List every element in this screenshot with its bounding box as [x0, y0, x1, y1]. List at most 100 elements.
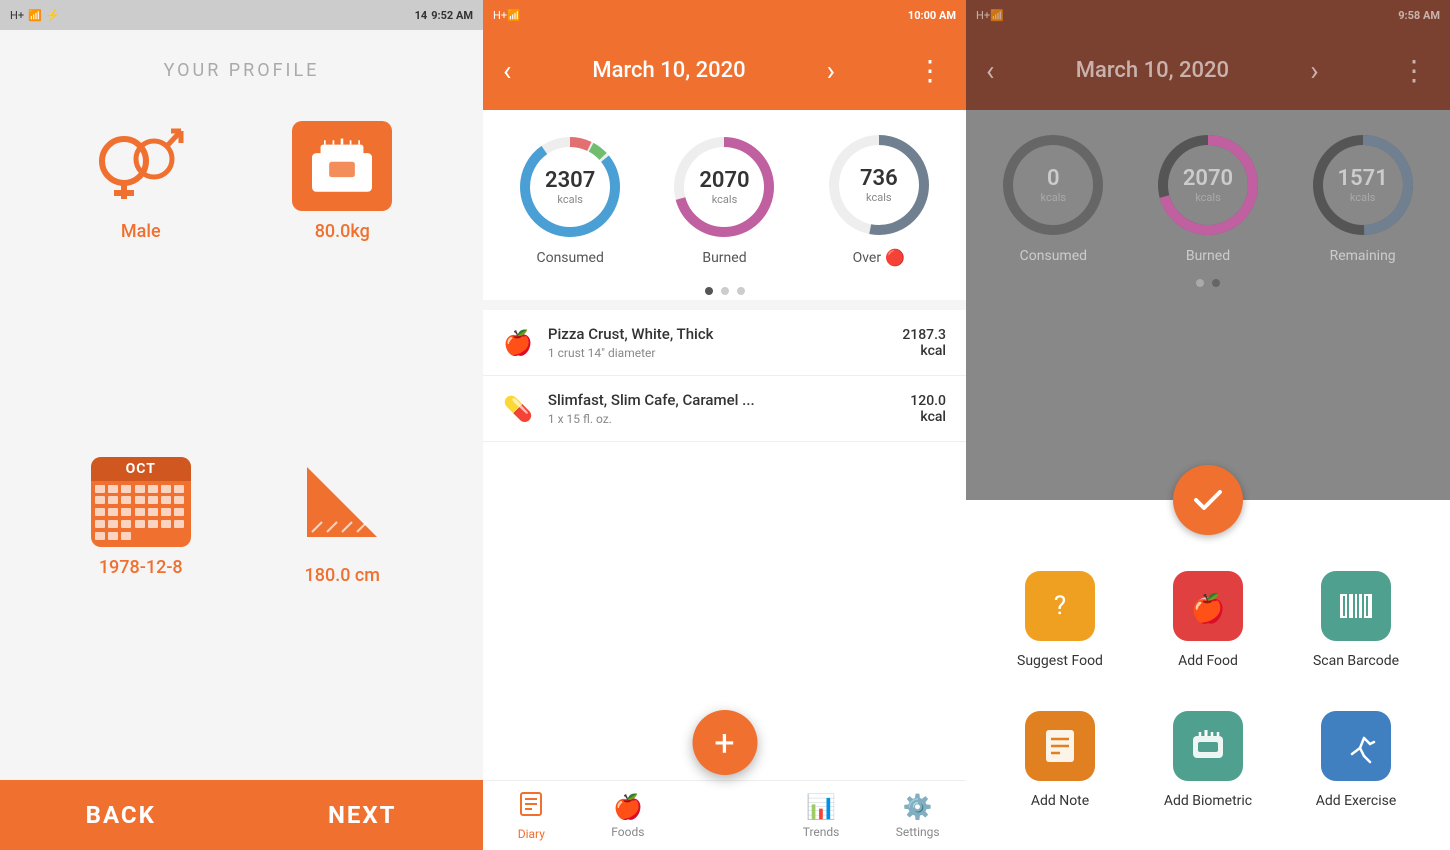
consumed-label-3: Consumed: [1020, 248, 1087, 264]
food-item-2[interactable]: 💊 Slimfast, Slim Cafe, Caramel ... 1 x 1…: [483, 376, 966, 442]
burned-label: Burned: [702, 250, 746, 266]
burned-ring-3: 2070 kcals Burned: [1153, 130, 1263, 264]
food-cal-unit-2: kcal: [910, 409, 946, 425]
prev-date-btn-3[interactable]: ‹: [986, 54, 994, 87]
over-label: Over: [853, 250, 882, 266]
scan-barcode-item[interactable]: Scan Barcode: [1282, 550, 1430, 690]
remaining-value-3: 1571: [1338, 166, 1388, 191]
add-exercise-icon: [1321, 711, 1391, 781]
over-unit: kcals: [860, 191, 898, 204]
add-biometric-icon: [1173, 711, 1243, 781]
food-cal-1: 2187.3 kcal: [902, 327, 946, 359]
food-cal-unit-1: kcal: [902, 343, 946, 359]
more-menu-btn-3[interactable]: ⋮: [1400, 54, 1430, 87]
calendar-grid: [91, 481, 191, 547]
over-value-display: 736 kcals: [860, 166, 898, 204]
nav-diary[interactable]: Diary: [483, 781, 580, 850]
gender-label: Male: [121, 221, 161, 242]
consumed-unit-3: kcals: [1041, 191, 1067, 204]
carousel-dots-3: [1196, 274, 1220, 292]
gender-icon: [96, 121, 186, 211]
add-menu-top: 0 kcals Consumed 2070 kcals: [966, 110, 1450, 500]
notification-count: 14: [415, 9, 428, 22]
nav-trends[interactable]: 📊 Trends: [773, 781, 870, 850]
current-date: March 10, 2020: [592, 58, 745, 83]
food-detail-1: 1 crust 14" diameter: [548, 346, 887, 360]
burned-display-3: 2070 kcals: [1183, 166, 1233, 204]
next-button[interactable]: NEXT: [242, 780, 484, 850]
time-3: 9:58 AM: [1398, 9, 1440, 22]
over-value: 736: [860, 166, 898, 191]
add-food-icon: 🍎: [1173, 571, 1243, 641]
calendar-icon: OCT: [91, 457, 191, 547]
foods-nav-icon: 🍎: [613, 793, 643, 821]
profile-grid: Male 80.0kg OCT: [0, 101, 483, 780]
consumed-label: Consumed: [536, 250, 603, 266]
nav-foods-label: Foods: [611, 825, 644, 839]
nav-diary-label: Diary: [518, 827, 545, 841]
add-biometric-item[interactable]: Add Biometric: [1134, 690, 1282, 830]
dot-3-2: [1212, 279, 1220, 287]
food-info-2: Slimfast, Slim Cafe, Caramel ... 1 x 15 …: [548, 391, 895, 426]
consumed-ring-chart-3: 0 kcals: [998, 130, 1108, 240]
add-note-item[interactable]: Add Note: [986, 690, 1134, 830]
status-bar-1: H+ 📶 ⚡ 14 9:52 AM: [0, 0, 483, 30]
food-cal-value-2: 120.0: [910, 393, 946, 409]
suggest-food-label: Suggest Food: [1017, 653, 1103, 669]
back-button[interactable]: BACK: [0, 780, 242, 850]
add-biometric-label: Add Biometric: [1164, 793, 1252, 809]
screen-add-menu: H+📶 9:58 AM ‹ March 10, 2020 › ⋮ 0 kcals: [966, 0, 1450, 850]
time-2: 10:00 AM: [908, 9, 956, 22]
scan-barcode-label: Scan Barcode: [1313, 653, 1399, 669]
signal-2: H+📶: [493, 9, 521, 22]
add-exercise-item[interactable]: Add Exercise: [1282, 690, 1430, 830]
scan-barcode-icon: [1321, 571, 1391, 641]
add-food-item[interactable]: 🍎 Add Food: [1134, 550, 1282, 690]
height-label: 180.0 cm: [305, 565, 380, 586]
more-menu-button[interactable]: ⋮: [916, 54, 946, 87]
signal-icon: H+: [10, 9, 24, 22]
settings-nav-icon: ⚙️: [903, 793, 933, 821]
diary-nav-icon: [518, 791, 544, 823]
over-warning-icon: 🔴: [885, 248, 905, 267]
status-bar-2: H+📶 10:00 AM: [483, 0, 966, 30]
calorie-summary: 2307 kcals Consumed 2070 kcals Burned: [483, 110, 966, 277]
suggest-food-item[interactable]: ? Suggest Food: [986, 550, 1134, 690]
consumed-ring-3: 0 kcals Consumed: [998, 130, 1108, 264]
food-icon-2: 💊: [503, 395, 533, 423]
add-fab-button[interactable]: +: [692, 710, 757, 775]
status-bar-3: H+📶 9:58 AM: [966, 0, 1450, 30]
nav-trends-label: Trends: [803, 825, 840, 839]
current-date-3: March 10, 2020: [1076, 58, 1229, 83]
signal-info: H+ 📶 ⚡: [10, 9, 60, 22]
add-exercise-label: Add Exercise: [1316, 793, 1397, 809]
burned-value: 2070: [699, 168, 749, 193]
food-cal-value-1: 2187.3: [902, 327, 946, 343]
next-date-btn-3[interactable]: ›: [1310, 54, 1318, 87]
prev-date-button[interactable]: ‹: [503, 54, 511, 87]
consumed-ring: 2307 kcals Consumed: [515, 132, 625, 266]
nav-foods[interactable]: 🍎 Foods: [580, 781, 677, 850]
svg-text:?: ?: [1054, 591, 1066, 621]
profile-birthday[interactable]: OCT 1978-12-8: [60, 457, 222, 761]
food-name-1: Pizza Crust, White, Thick: [548, 325, 887, 343]
confirm-button[interactable]: [1173, 465, 1243, 535]
screen-profile: H+ 📶 ⚡ 14 9:52 AM YOUR PROFILE: [0, 0, 483, 850]
over-label-row: Over 🔴: [853, 248, 905, 267]
food-item-1[interactable]: 🍎 Pizza Crust, White, Thick 1 crust 14" …: [483, 310, 966, 376]
nav-settings-label: Settings: [896, 825, 940, 839]
burned-ring-chart-3: 2070 kcals: [1153, 130, 1263, 240]
usb-icon: ⚡: [46, 9, 60, 22]
profile-height[interactable]: 180.0 cm: [262, 457, 424, 761]
carousel-dots: [483, 277, 966, 300]
profile-weight[interactable]: 80.0kg: [262, 121, 424, 417]
next-date-button[interactable]: ›: [827, 54, 835, 87]
dot-1: [705, 287, 713, 295]
time-display: 14 9:52 AM: [415, 9, 473, 22]
profile-gender[interactable]: Male: [60, 121, 222, 417]
remaining-display-3: 1571 kcals: [1338, 166, 1388, 204]
nav-settings[interactable]: ⚙️ Settings: [869, 781, 966, 850]
over-ring: 736 kcals Over 🔴: [824, 130, 934, 267]
food-cal-2: 120.0 kcal: [910, 393, 946, 425]
bottom-navigation: Diary 🍎 Foods 📊 Trends ⚙️ Settings: [483, 780, 966, 850]
